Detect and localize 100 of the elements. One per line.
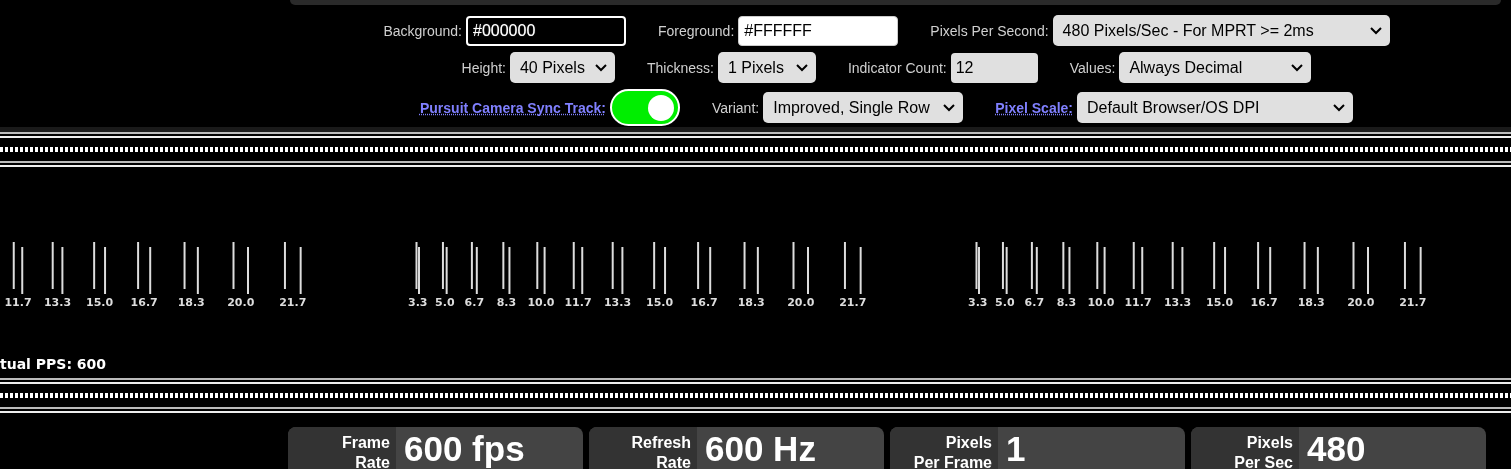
- stat-label: Frame Rate: [288, 427, 396, 469]
- tick-label: 6.7: [1024, 296, 1045, 309]
- tick-line: [1403, 241, 1406, 290]
- variant-dropdown[interactable]: Improved, Single Row: [763, 92, 964, 123]
- chevron-icon: [795, 63, 808, 72]
- tick-line: [1257, 241, 1260, 290]
- count-field[interactable]: 12: [950, 52, 1038, 83]
- field-label: Foreground:: [658, 22, 735, 39]
- tick-line: [299, 246, 302, 295]
- tick-line: [1213, 241, 1216, 290]
- tick-label: 15.0: [646, 296, 674, 309]
- tick-line: [536, 241, 539, 290]
- tick-line: [697, 241, 700, 290]
- tick-line: [543, 246, 546, 295]
- chevron-icon: [943, 103, 956, 112]
- tick-label: 11.7: [1124, 296, 1152, 309]
- tick-line: [1141, 246, 1144, 295]
- tick-label: 13.3: [604, 296, 632, 309]
- tick-line: [664, 246, 667, 295]
- tick-line: [104, 246, 107, 295]
- stat-value: 480: [1306, 428, 1366, 469]
- tick-line: [1171, 241, 1174, 290]
- chevron-icon: [1333, 103, 1345, 112]
- tick-label: 20.0: [227, 296, 255, 309]
- chevron-icon: [1291, 63, 1304, 72]
- tick-line: [653, 241, 656, 290]
- stat-label: Pixels Per Frame: [890, 427, 998, 469]
- tick-line: [859, 246, 862, 295]
- tick-label: 21.7: [839, 296, 867, 309]
- tick-line: [470, 241, 473, 290]
- tick-line: [93, 241, 96, 290]
- tick-line: [743, 241, 746, 290]
- field-label: Indicator Count:: [847, 59, 947, 76]
- tick-line: [1352, 241, 1355, 290]
- field-label: Pixels Per Second:: [930, 22, 1049, 39]
- tick-label: 5.0: [995, 296, 1015, 309]
- tick-line: [756, 246, 759, 295]
- speed-dropdown[interactable]: 480 Pixels/Sec - For MPRT >= 2ms: [1052, 15, 1390, 46]
- sync-toggle[interactable]: [609, 89, 680, 126]
- tick-label: 18.3: [1297, 296, 1325, 309]
- field-label: Thickness:: [646, 59, 714, 76]
- tick-line: [51, 241, 54, 290]
- tick-line: [1303, 241, 1306, 290]
- stat-label: Refresh Rate: [589, 427, 697, 469]
- tick-label: 11.7: [4, 296, 32, 309]
- stat-label: Pixels Per Sec: [1191, 427, 1299, 469]
- stat-value: 600 Hz: [704, 428, 816, 469]
- tick-label: 15.0: [86, 296, 114, 309]
- tick-line: [843, 241, 846, 290]
- tick-line: [1068, 246, 1071, 295]
- tick-label: 3.3: [408, 296, 428, 309]
- tick-line: [232, 241, 235, 290]
- tick-label: 16.7: [130, 296, 158, 309]
- stat-value: 1: [1005, 428, 1026, 469]
- tick-label: 15.0: [1206, 296, 1234, 309]
- thickness-dropdown[interactable]: 1 Pixels: [717, 52, 816, 83]
- stat-value: 600 fps: [403, 428, 525, 469]
- tick-line: [21, 246, 24, 295]
- tick-line: [581, 246, 584, 295]
- sync-track-link[interactable]: Pursuit Camera Sync Track:: [420, 99, 606, 116]
- chevron-icon: [1369, 26, 1382, 35]
- tick-label: 16.7: [690, 296, 718, 309]
- tick-label: 21.7: [1399, 296, 1427, 309]
- tick-label: 8.3: [1056, 296, 1077, 309]
- field-label: Height:: [461, 59, 506, 76]
- tick-label: 20.0: [1347, 296, 1375, 309]
- tick-line: [137, 241, 140, 290]
- tick-line: [61, 246, 64, 295]
- tick-line: [196, 246, 199, 295]
- background-field[interactable]: #000000: [466, 15, 626, 46]
- tick-line: [1367, 246, 1369, 295]
- tick-line: [475, 246, 478, 295]
- tick-line: [1224, 246, 1227, 295]
- tick-line: [508, 246, 511, 295]
- tick-line: [807, 246, 809, 295]
- tick-label: 3.3: [968, 296, 988, 309]
- tick-label: 21.7: [279, 296, 307, 309]
- tick-line: [572, 241, 575, 290]
- tick-line: [1062, 241, 1065, 290]
- values-dropdown[interactable]: Always Decimal: [1119, 52, 1312, 83]
- tick-label: 13.3: [1164, 296, 1192, 309]
- tick-line: [1316, 246, 1319, 295]
- scale-dropdown[interactable]: Default Browser/OS DPI: [1077, 92, 1353, 123]
- tick-label: 6.7: [464, 296, 485, 309]
- field-label: Background:: [383, 22, 462, 39]
- tick-line: [1096, 241, 1099, 290]
- height-dropdown[interactable]: 40 Pixels: [509, 52, 615, 83]
- tick-line: [247, 246, 249, 295]
- tick-line: [611, 241, 614, 290]
- tick-line: [1132, 241, 1135, 290]
- tick-line: [502, 241, 505, 290]
- tick-label: 8.3: [496, 296, 517, 309]
- tick-label: 20.0: [787, 296, 815, 309]
- field-label: Values:: [1069, 59, 1116, 76]
- field-label: Variant:: [711, 99, 760, 116]
- tick-line: [12, 241, 15, 290]
- tick-line: [621, 246, 624, 295]
- tick-line: [709, 246, 712, 295]
- pixel-scale-link[interactable]: Pixel Scale:: [995, 99, 1073, 116]
- foreground-field[interactable]: #FFFFFF: [738, 15, 899, 46]
